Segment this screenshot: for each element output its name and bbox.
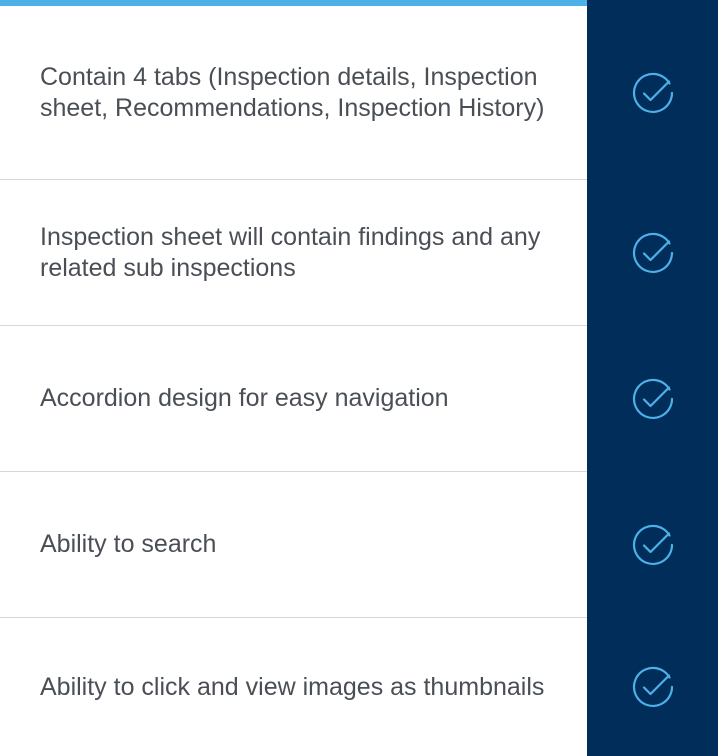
feature-row-tabs: Contain 4 tabs (Inspection details, Insp… xyxy=(0,6,718,179)
check-circle-icon xyxy=(587,472,718,617)
check-circle-icon xyxy=(587,326,718,471)
feature-text: Ability to search xyxy=(40,530,217,558)
feature-text: Inspection sheet will contain findings a… xyxy=(40,222,541,282)
feature-row-sheet: Inspection sheet will contain findings a… xyxy=(0,180,718,325)
feature-row-search: Ability to search xyxy=(0,472,718,617)
feature-list: Contain 4 tabs (Inspection details, Insp… xyxy=(0,0,718,756)
feature-text: Accordion design for easy navigation xyxy=(40,384,449,412)
check-circle-icon xyxy=(587,180,718,325)
feature-row-thumbnails: Ability to click and view images as thum… xyxy=(0,618,718,756)
check-circle-icon xyxy=(587,6,718,179)
feature-text: Ability to click and view images as thum… xyxy=(40,672,545,701)
feature-row-accordion: Accordion design for easy navigation xyxy=(0,326,718,471)
check-circle-icon xyxy=(587,618,718,756)
feature-text: Contain 4 tabs (Inspection details, Insp… xyxy=(40,62,545,122)
